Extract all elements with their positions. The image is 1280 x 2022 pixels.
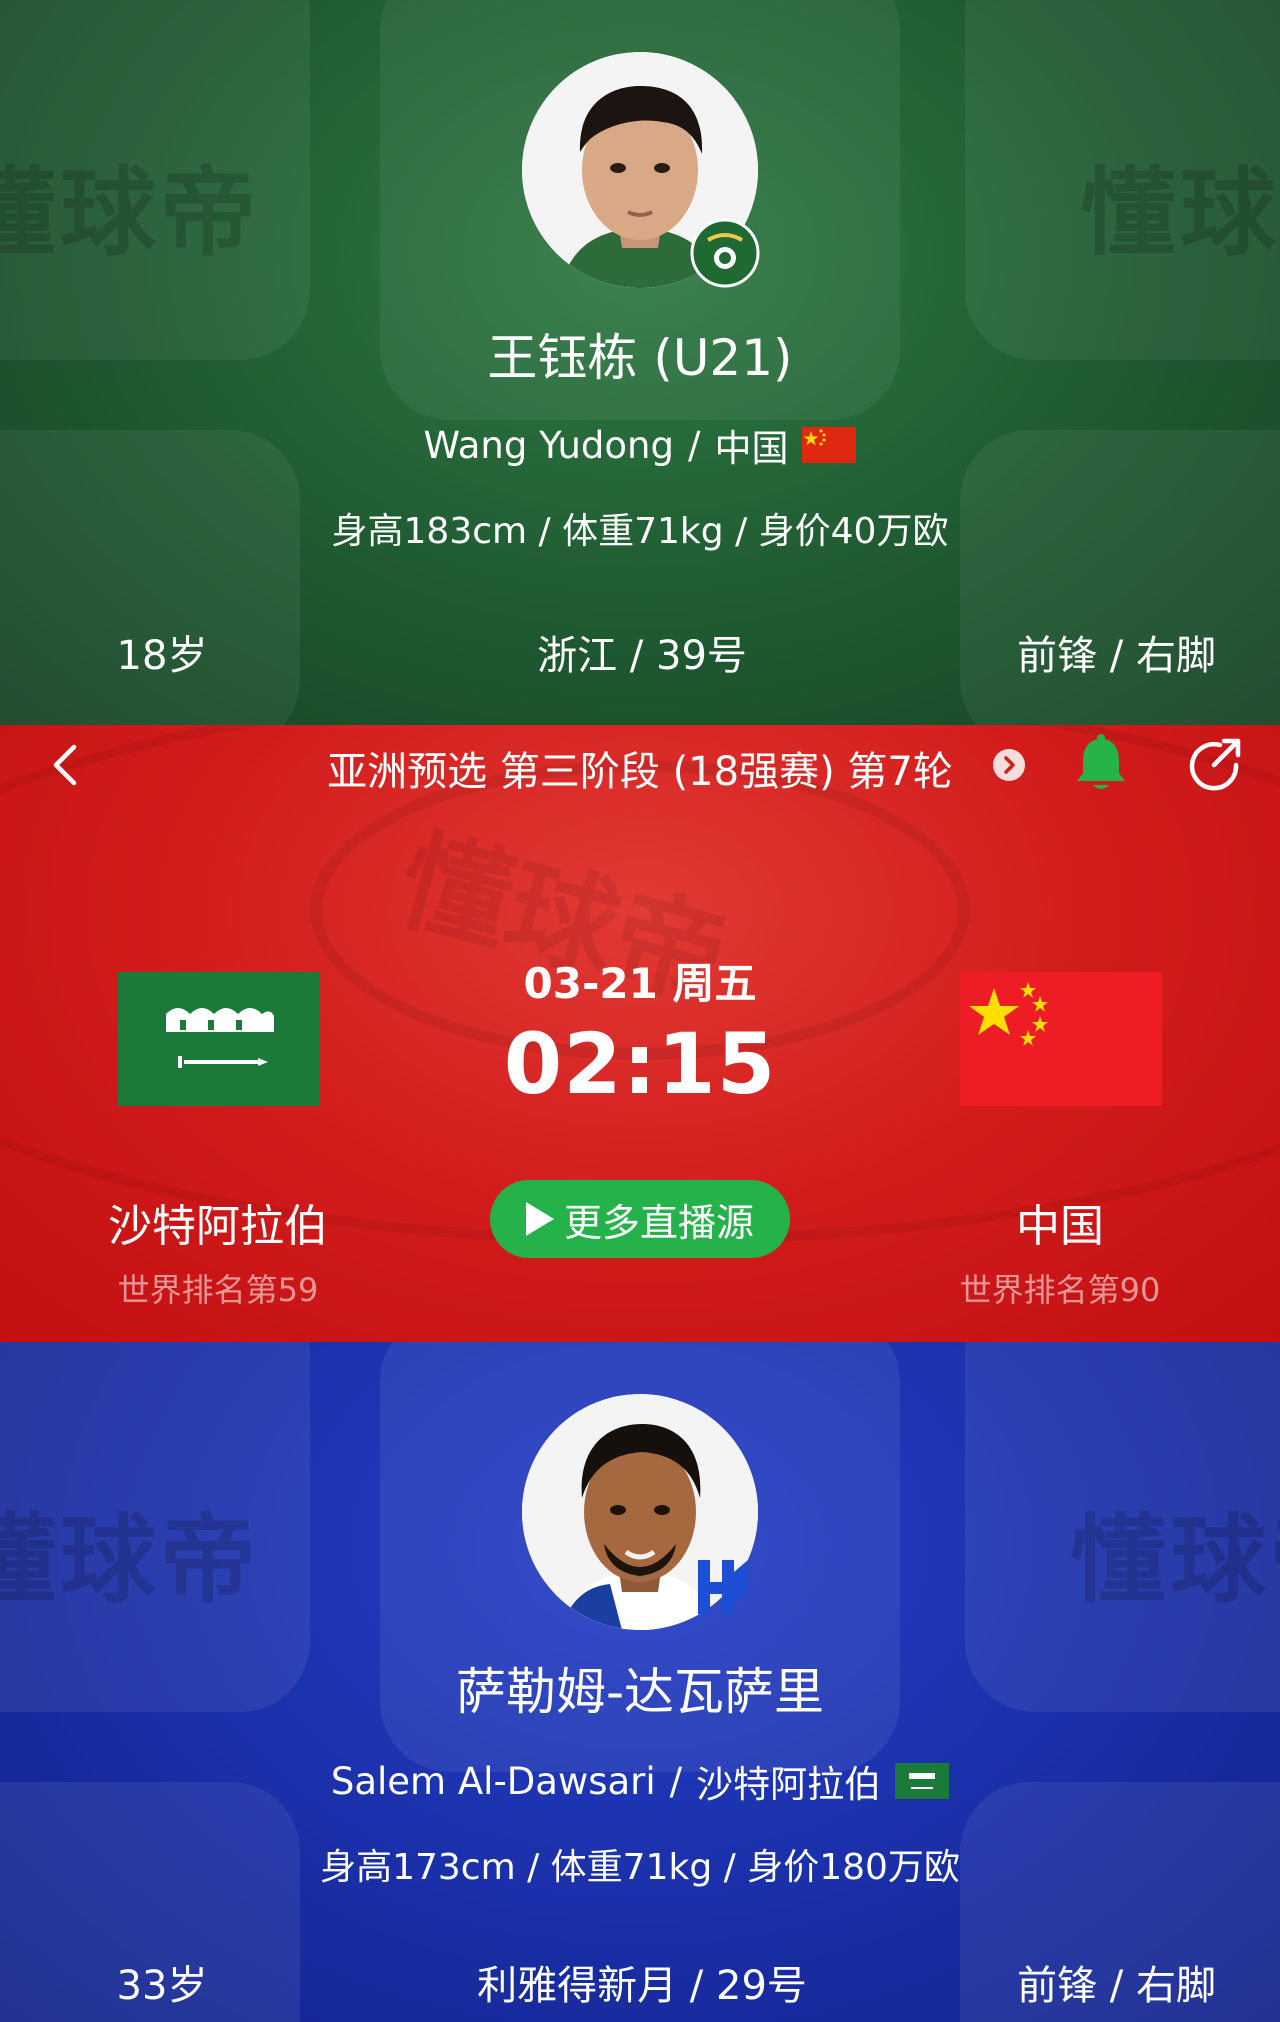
home-team-rank: 世界排名第59 bbox=[117, 1271, 319, 1309]
player-age: 33岁 bbox=[116, 1963, 208, 2009]
player-age: 18岁 bbox=[116, 633, 208, 679]
watermark-right: 懂球帝 bbox=[1070, 1504, 1280, 1616]
live-button-label: 更多直播源 bbox=[563, 1200, 754, 1245]
china-flag-icon bbox=[802, 427, 857, 463]
away-team-rank: 世界排名第90 bbox=[959, 1271, 1161, 1309]
china-flag-icon[interactable] bbox=[960, 972, 1162, 1106]
player-name-en: Salem Al-Dawsari bbox=[330, 1759, 656, 1803]
player-name: 萨勒姆-达瓦萨里 bbox=[455, 1663, 825, 1721]
player-position-foot: 前锋 / 右脚 bbox=[1017, 1963, 1216, 2009]
player-club-number: 利雅得新月 / 29号 bbox=[477, 1963, 807, 2009]
play-icon bbox=[525, 1202, 554, 1236]
player-name-en: Wang Yudong bbox=[423, 423, 674, 467]
player-subtitle: Wang Yudong / 中国 bbox=[0, 418, 1280, 472]
share-button[interactable] bbox=[1184, 735, 1244, 795]
notification-bell-button[interactable] bbox=[1072, 733, 1130, 795]
player-info-bar: 33岁 利雅得新月 / 29号 前锋 / 右脚 bbox=[0, 1942, 1280, 2022]
bell-icon bbox=[1077, 734, 1125, 789]
match-header: 懂球帝 亚洲预选 第三阶段 (18强赛) 第7轮 03-21 周五 02:15 … bbox=[0, 725, 1280, 1342]
separator: / bbox=[669, 1759, 683, 1803]
away-team-name[interactable]: 中国 bbox=[900, 1190, 1220, 1254]
player-info-bar: 18岁 浙江 / 39号 前锋 / 右脚 bbox=[0, 612, 1280, 692]
player-nationality: 沙特阿拉伯 bbox=[696, 1763, 882, 1806]
watermark-left: 懂球帝 bbox=[0, 157, 260, 269]
player-subtitle: Salem Al-Dawsari / 沙特阿拉伯 bbox=[0, 1754, 1280, 1808]
more-live-sources-button[interactable]: 更多直播源 bbox=[490, 1180, 790, 1258]
player-card-top: 懂球帝 懂球帝 王钰栋 (U21) Wang Yudong / 中国 bbox=[0, 0, 1280, 725]
club-badge-icon bbox=[692, 1552, 752, 1622]
top-nav-bar: 亚洲预选 第三阶段 (18强赛) 第7轮 bbox=[0, 725, 1280, 805]
player-name: 王钰栋 (U21) bbox=[487, 329, 793, 387]
player-nationality: 中国 bbox=[714, 427, 789, 470]
player-club-number: 浙江 / 39号 bbox=[537, 633, 747, 679]
watermark-right: 懂球帝 bbox=[1080, 157, 1280, 269]
player-stats: 身高183cm / 体重71kg / 身价40万欧 bbox=[331, 511, 949, 552]
saudi-arabia-flag-icon bbox=[895, 1763, 950, 1799]
watermark-left: 懂球帝 bbox=[0, 1504, 260, 1616]
chevron-right-icon[interactable] bbox=[993, 749, 1025, 781]
share-icon bbox=[1189, 738, 1241, 791]
separator: / bbox=[688, 423, 701, 467]
player-card-bottom: 懂球帝 懂球帝 萨勒姆-达瓦萨里 Salem Al-Dawsari / 沙特阿拉… bbox=[0, 1342, 1280, 2022]
player-position-foot: 前锋 / 右脚 bbox=[1017, 633, 1216, 679]
player-stats: 身高173cm / 体重71kg / 身价180万欧 bbox=[320, 1847, 960, 1888]
club-badge-icon bbox=[690, 218, 760, 288]
home-team-name[interactable]: 沙特阿拉伯 bbox=[58, 1190, 378, 1254]
